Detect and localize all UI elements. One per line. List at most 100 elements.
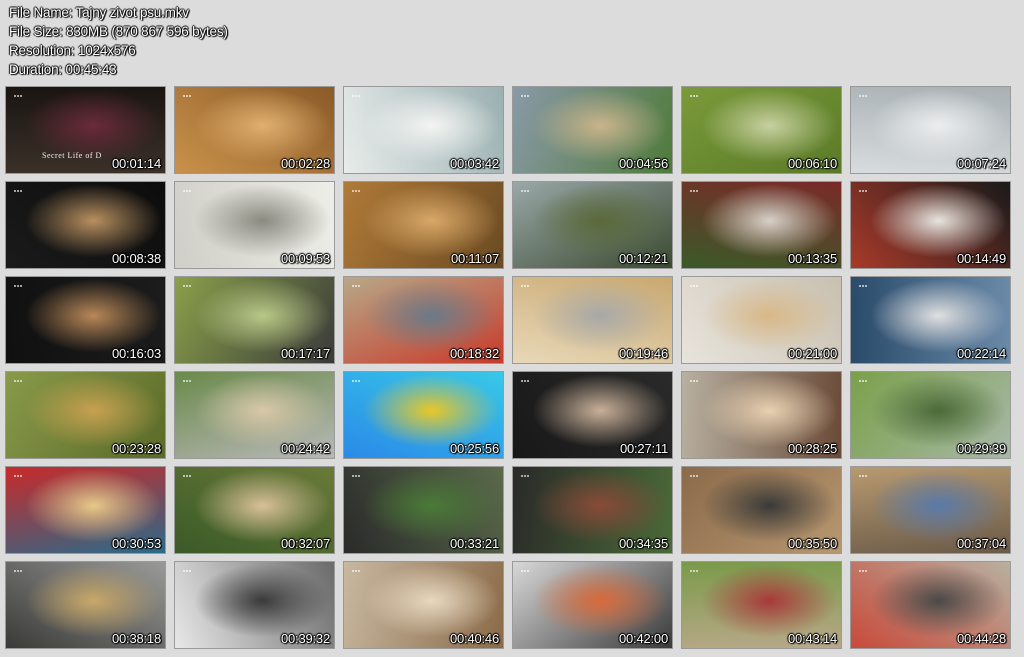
video-thumbnail: 00:33:21 [343,466,504,554]
video-thumbnail: 00:37:04 [850,466,1011,554]
channel-logo-icon [690,285,698,293]
video-thumbnail: 00:19:46 [512,276,673,364]
timestamp-label: 00:33:21 [449,536,499,551]
video-thumbnail: 00:22:14 [850,276,1011,364]
video-thumbnail: 00:04:56 [512,86,673,174]
channel-logo-icon [690,570,698,578]
timestamp-label: 00:11:07 [450,251,499,266]
channel-logo-icon [690,475,698,483]
video-thumbnail: 00:08:38 [5,181,166,269]
channel-logo-icon [521,95,529,103]
file-size-text: File Size: 830MB (870 867 596 bytes) [9,24,228,39]
channel-logo-icon [521,570,529,578]
channel-logo-icon [352,475,360,483]
timestamp-label: 00:40:46 [449,631,499,646]
timestamp-label: 00:23:28 [111,441,161,456]
timestamp-label: 00:27:11 [619,441,668,456]
file-info-panel: File Name: Tajny zivot psu.mkv File Size… [9,3,228,79]
channel-logo-icon [352,570,360,578]
timestamp-label: 00:39:32 [280,631,330,646]
video-thumbnail: 00:32:07 [174,466,335,554]
video-thumbnail: 00:30:53 [5,466,166,554]
video-thumbnail: 00:14:49 [850,181,1011,269]
timestamp-label: 00:34:35 [618,536,668,551]
channel-logo-icon [521,380,529,388]
title-overlay-text: Secret Life of D [42,151,102,160]
video-thumbnail: 00:09:53 [174,181,335,269]
video-thumbnail: 00:25:56 [343,371,504,459]
channel-logo-icon [690,380,698,388]
video-thumbnail: 00:18:32 [343,276,504,364]
timestamp-label: 00:30:53 [111,536,161,551]
channel-logo-icon [14,285,22,293]
channel-logo-icon [521,190,529,198]
timestamp-label: 00:08:38 [111,251,161,266]
channel-logo-icon [14,95,22,103]
resolution-text: Resolution: 1024x576 [9,43,136,58]
timestamp-label: 00:13:35 [787,251,837,266]
channel-logo-icon [352,380,360,388]
video-thumbnail: 00:17:17 [174,276,335,364]
timestamp-label: 00:14:49 [956,251,1006,266]
timestamp-label: 00:25:56 [449,441,499,456]
timestamp-label: 00:01:14 [111,156,161,171]
timestamp-label: 00:07:24 [956,156,1006,171]
channel-logo-icon [14,570,22,578]
channel-logo-icon [859,285,867,293]
timestamp-label: 00:22:14 [956,346,1006,361]
video-thumbnail: 00:28:25 [681,371,842,459]
timestamp-label: 00:21:00 [787,346,837,361]
timestamp-label: 00:43:14 [787,631,837,646]
timestamp-label: 00:12:21 [618,251,668,266]
channel-logo-icon [690,95,698,103]
timestamp-label: 00:35:50 [787,536,837,551]
timestamp-label: 00:37:04 [956,536,1006,551]
video-thumbnail: Secret Life of D 00:01:14 [5,86,166,174]
file-name-text: File Name: Tajny zivot psu.mkv [9,5,189,20]
timestamp-label: 00:38:18 [111,631,161,646]
video-thumbnail: 00:11:07 [343,181,504,269]
timestamp-label: 00:18:32 [449,346,499,361]
channel-logo-icon [521,285,529,293]
video-thumbnail: 00:42:00 [512,561,673,649]
channel-logo-icon [183,190,191,198]
channel-logo-icon [859,380,867,388]
video-thumbnail: 00:40:46 [343,561,504,649]
timestamp-label: 00:17:17 [280,346,330,361]
video-thumbnail: 00:06:10 [681,86,842,174]
timestamp-label: 00:44:28 [956,631,1006,646]
video-thumbnail: 00:27:11 [512,371,673,459]
timestamp-label: 00:28:25 [787,441,837,456]
video-thumbnail: 00:39:32 [174,561,335,649]
channel-logo-icon [352,95,360,103]
channel-logo-icon [183,380,191,388]
timestamp-label: 00:02:28 [280,156,330,171]
timestamp-label: 00:16:03 [111,346,161,361]
video-thumbnail: 00:02:28 [174,86,335,174]
video-thumbnail: 00:43:14 [681,561,842,649]
video-thumbnail: 00:13:35 [681,181,842,269]
timestamp-label: 00:42:00 [618,631,668,646]
channel-logo-icon [690,190,698,198]
channel-logo-icon [352,190,360,198]
timestamp-label: 00:06:10 [787,156,837,171]
video-thumbnail: 00:34:35 [512,466,673,554]
video-thumbnail: 00:12:21 [512,181,673,269]
channel-logo-icon [352,285,360,293]
video-thumbnail: 00:44:28 [850,561,1011,649]
timestamp-label: 00:29:39 [956,441,1006,456]
video-thumbnail: 00:23:28 [5,371,166,459]
channel-logo-icon [14,475,22,483]
timestamp-label: 00:32:07 [280,536,330,551]
channel-logo-icon [183,285,191,293]
video-thumbnail: 00:29:39 [850,371,1011,459]
channel-logo-icon [14,190,22,198]
timestamp-label: 00:09:53 [280,251,330,266]
video-thumbnail: 00:16:03 [5,276,166,364]
channel-logo-icon [859,475,867,483]
channel-logo-icon [859,95,867,103]
channel-logo-icon [859,570,867,578]
duration-text: Duration: 00:45:43 [9,62,117,77]
timestamp-label: 00:03:42 [449,156,499,171]
video-thumbnail: 00:35:50 [681,466,842,554]
